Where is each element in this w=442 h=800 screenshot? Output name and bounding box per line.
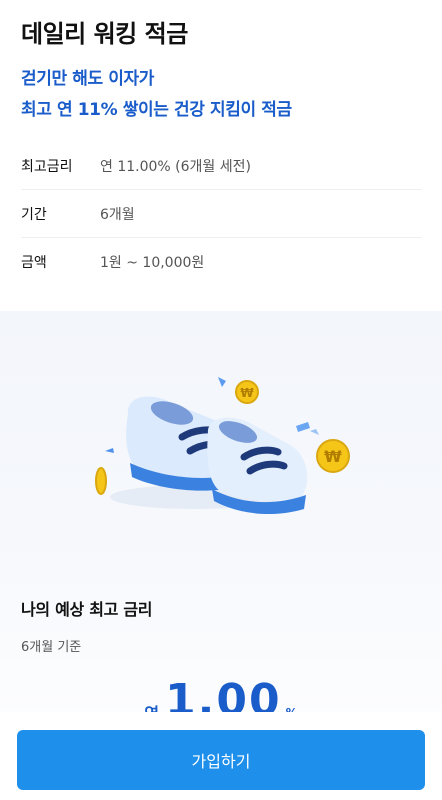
coin-icon: ₩: [235, 380, 259, 404]
subtitle-line-1: 걷기만 해도 이자가: [21, 69, 154, 89]
svg-text:₩: ₩: [324, 447, 342, 466]
info-value-max-rate: 연 11.00% (6개월 세전): [100, 159, 251, 175]
product-subtitle: 걷기만 해도 이자가 최고 연 11% 쌓이는 건강 지킴이 적금: [21, 64, 292, 126]
info-label-period: 기간: [21, 207, 47, 223]
info-label-max-rate: 최고금리: [21, 159, 73, 175]
info-label-amount: 금액: [21, 255, 47, 271]
svg-text:₩: ₩: [240, 386, 254, 400]
join-button[interactable]: 가입하기: [17, 730, 425, 790]
info-value-amount: 1원 ~ 10,000원: [100, 255, 205, 271]
page-title: 데일리 워킹 적금: [21, 20, 188, 48]
sneakers-illustration: ₩ ₩: [95, 377, 350, 515]
subtitle-line-2: 최고 연 11% 쌓이는 건강 지킴이 적금: [21, 100, 292, 120]
info-row-amount: 금액 1원 ~ 10,000원: [21, 238, 421, 286]
expected-rate-heading: 나의 예상 최고 금리: [21, 600, 153, 619]
rate-basis-text: 6개월 기준: [21, 640, 82, 655]
info-value-period: 6개월: [100, 207, 135, 223]
info-row-period: 기간 6개월: [21, 190, 421, 238]
coin-icon: [95, 467, 107, 495]
info-row-max-rate: 최고금리 연 11.00% (6개월 세전): [21, 142, 421, 190]
coin-icon: ₩: [316, 439, 350, 473]
